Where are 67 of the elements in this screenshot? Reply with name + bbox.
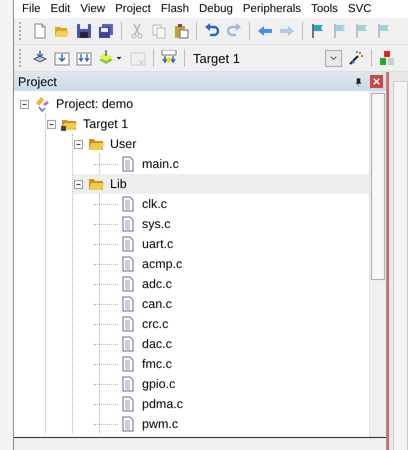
collapse-icon[interactable]	[46, 118, 57, 130]
menu-item[interactable]: Edit	[46, 1, 76, 17]
menu-item[interactable]: SVC	[342, 1, 377, 17]
pin-icon[interactable]	[354, 76, 363, 86]
download-icon[interactable]	[161, 50, 177, 66]
close-icon	[373, 78, 380, 85]
tree-item[interactable]: main.c	[142, 157, 179, 171]
menu-item[interactable]: Flash	[156, 1, 194, 17]
tree-item[interactable]: dac.c	[142, 337, 172, 351]
tree-item[interactable]: gpio.c	[142, 377, 176, 391]
dropdown-button[interactable]	[325, 50, 342, 66]
menu-item[interactable]: View	[75, 1, 110, 17]
blocks-icon[interactable]	[379, 50, 395, 66]
tree-item[interactable]: uart.c	[142, 237, 174, 251]
menu-item[interactable]: File	[17, 1, 46, 17]
dropdown-caret-icon[interactable]	[115, 54, 123, 62]
tree-item[interactable]: acmp.c	[142, 257, 182, 271]
undo-icon[interactable]	[204, 23, 220, 39]
file-icon	[120, 316, 136, 332]
scroll-thumb[interactable]	[371, 93, 385, 280]
tree-item[interactable]: clk.c	[142, 197, 167, 211]
file-icon	[120, 256, 136, 272]
tree-item[interactable]: fmc.c	[142, 357, 172, 371]
tree-item[interactable]: Lib	[110, 177, 127, 191]
collapse-icon[interactable]	[19, 98, 30, 110]
tree-item[interactable]: Project: demo	[56, 97, 134, 111]
file-icon	[120, 396, 136, 412]
file-icon	[120, 196, 136, 212]
file-icon	[120, 356, 136, 372]
chevron-down-icon	[329, 54, 338, 62]
rebuild-icon[interactable]	[76, 50, 92, 66]
flag-icon[interactable]	[310, 23, 326, 39]
file-icon	[120, 276, 136, 292]
tree-item[interactable]: adc.c	[142, 277, 172, 291]
clipboard-icon[interactable]	[173, 23, 189, 39]
close-button[interactable]	[370, 75, 383, 88]
tree-item[interactable]: pdma.c	[142, 397, 183, 411]
tree-item[interactable]: pwm.c	[142, 417, 178, 431]
menu-item[interactable]: Debug	[194, 1, 238, 17]
menu-item[interactable]: Project	[110, 1, 156, 17]
scrollbar[interactable]	[369, 91, 386, 437]
tree-item[interactable]: Target 1	[83, 117, 128, 131]
target-select[interactable]: Target 1	[189, 49, 325, 67]
file-icon	[120, 336, 136, 352]
project-icon	[34, 96, 50, 112]
menu-item[interactable]: Peripherals	[238, 1, 306, 17]
file-icon	[120, 216, 136, 232]
file-icon	[120, 376, 136, 392]
file-icon	[120, 296, 136, 312]
folder-icon	[88, 136, 104, 152]
collapse-icon[interactable]	[73, 138, 84, 150]
tree-item[interactable]: can.c	[142, 297, 172, 311]
collapse-icon[interactable]	[73, 178, 84, 190]
tree-item[interactable]: sys.c	[142, 217, 170, 231]
file-icon	[120, 236, 136, 252]
left-arrow-icon[interactable]	[257, 23, 273, 39]
magic-wand-icon[interactable]	[348, 50, 364, 66]
tree-item[interactable]: User	[110, 137, 136, 151]
new-file-icon[interactable]	[32, 23, 48, 39]
build-icon[interactable]	[54, 50, 70, 66]
file-icon	[120, 156, 136, 172]
file-icon	[120, 416, 136, 432]
tree-item[interactable]: crc.c	[142, 317, 168, 331]
floppy-disks-icon[interactable]	[98, 23, 114, 39]
menu-item[interactable]: Tools	[306, 1, 343, 17]
folder-icon	[88, 176, 104, 192]
panel-title: Project	[18, 74, 58, 88]
